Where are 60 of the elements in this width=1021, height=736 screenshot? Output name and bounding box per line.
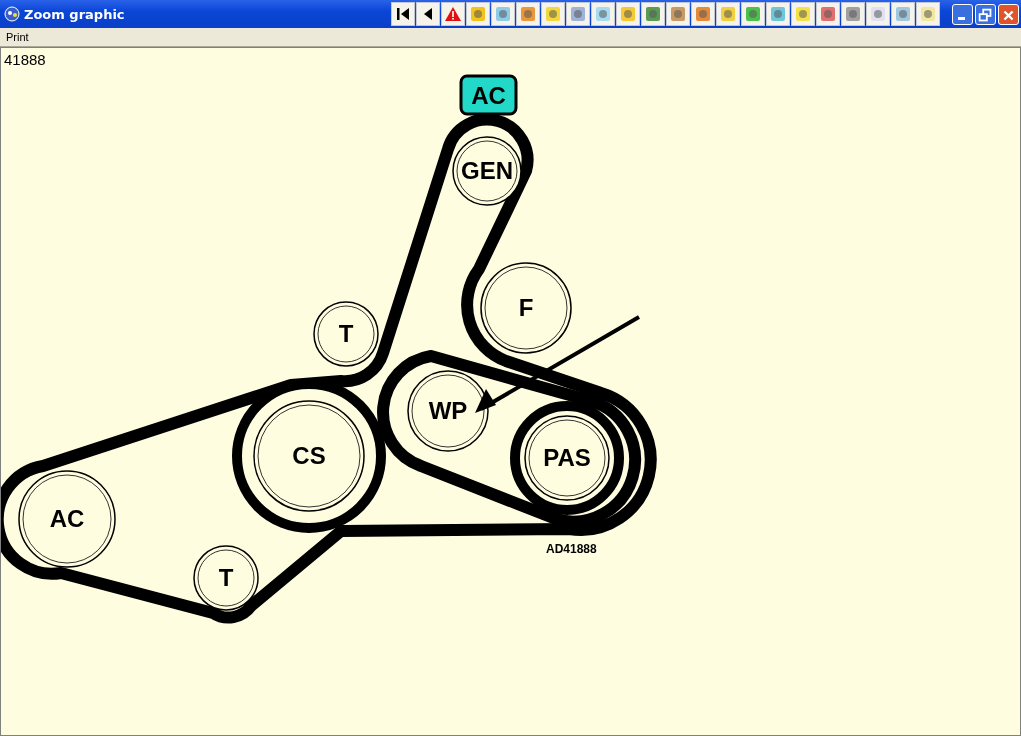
previous-button[interactable]: [416, 2, 440, 26]
toolbar-button[interactable]: [516, 2, 540, 26]
toolbar-icon: [494, 5, 512, 23]
toolbar-button[interactable]: [616, 2, 640, 26]
toolbar-button[interactable]: [841, 2, 865, 26]
pulley: F: [480, 262, 572, 354]
pulley: GEN: [452, 136, 522, 206]
toolbar-icon: [694, 5, 712, 23]
minimize-button[interactable]: [952, 3, 973, 25]
toolbar-button[interactable]: [466, 2, 490, 26]
toolbar-icon: [594, 5, 612, 23]
toolbar-button[interactable]: [591, 2, 615, 26]
toolbar-icon: [544, 5, 562, 23]
toolbar-button[interactable]: [766, 2, 790, 26]
toolbar-button[interactable]: [916, 2, 940, 26]
toolbar-icon: [569, 5, 587, 23]
first-page-button[interactable]: [391, 2, 415, 26]
toolbar-icon: [719, 5, 737, 23]
toolbar-button[interactable]: [741, 2, 765, 26]
first-page-icon: [394, 5, 412, 23]
pulley: T: [193, 545, 259, 611]
pulley: PAS: [510, 401, 624, 515]
toolbar-button[interactable]: [891, 2, 915, 26]
toolbar-icon: [869, 5, 887, 23]
toolbar-button[interactable]: [791, 2, 815, 26]
toolbar-button[interactable]: [866, 2, 890, 26]
app-icon: [4, 6, 20, 22]
pulley: T: [313, 301, 379, 367]
ac-badge: AC: [459, 74, 518, 116]
toolbar-icon: [669, 5, 687, 23]
toolbar-button[interactable]: [566, 2, 590, 26]
restore-button[interactable]: [975, 3, 996, 25]
toolbar-button[interactable]: [716, 2, 740, 26]
pulley: WP: [407, 370, 489, 452]
toolbar-icon: [894, 5, 912, 23]
toolbar-icon: [644, 5, 662, 23]
figure-caption: AD41888: [546, 542, 597, 556]
toolbar-icon: [769, 5, 787, 23]
toolbar-button[interactable]: [691, 2, 715, 26]
close-button[interactable]: [998, 3, 1019, 25]
toolbar-icon: [844, 5, 862, 23]
toolbar-button[interactable]: [491, 2, 515, 26]
warning-button[interactable]: [441, 2, 465, 26]
window-title: Zoom graphic: [24, 6, 126, 22]
toolbar-icon: [919, 5, 937, 23]
minimize-icon: [958, 16, 965, 20]
toolbar-button[interactable]: [816, 2, 840, 26]
menu-item[interactable]: Print: [0, 31, 35, 43]
toolbar-icon: [794, 5, 812, 23]
toolbar-icon: [819, 5, 837, 23]
toolbar-icon: [619, 5, 637, 23]
toolbar-button[interactable]: [541, 2, 565, 26]
toolbar-icon: [519, 5, 537, 23]
toolbar-button[interactable]: [641, 2, 665, 26]
warning-icon: [444, 5, 462, 23]
toolbar-icon: [744, 5, 762, 23]
graphic-number: 41888: [4, 51, 46, 68]
toolbar-icon: [469, 5, 487, 23]
pulley: AC: [18, 470, 116, 568]
toolbar-button[interactable]: [666, 2, 690, 26]
